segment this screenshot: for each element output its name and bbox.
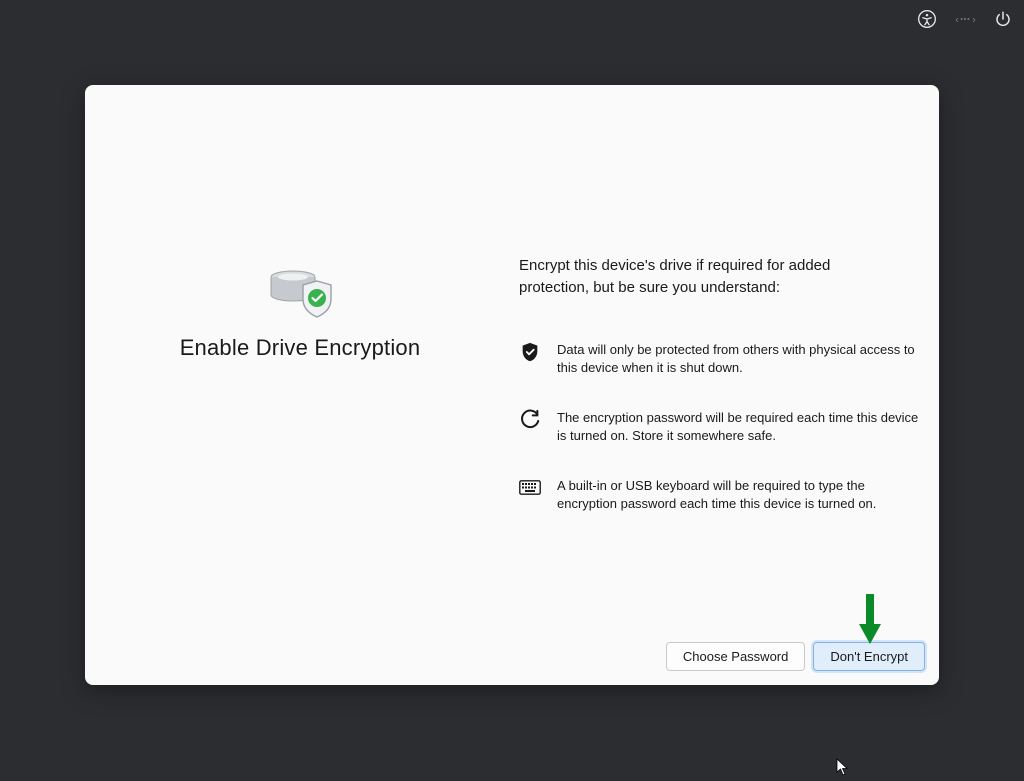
svg-text:›: › [971,15,976,26]
shield-check-icon [519,341,541,363]
language-options-icon[interactable]: ‹ › [954,8,976,30]
dialog-card: Enable Drive Encryption Encrypt this dev… [85,85,939,685]
dont-encrypt-button[interactable]: Don't Encrypt [813,642,925,671]
point-password-required: The encryption password will be required… [519,409,921,445]
power-icon[interactable] [992,8,1014,30]
accessibility-icon[interactable] [916,8,938,30]
point-text: The encryption password will be required… [557,409,921,445]
right-pane: Encrypt this device's drive if required … [515,85,939,685]
topbar: ‹ › [916,8,1014,30]
point-physical-access: Data will only be protected from others … [519,341,921,377]
intro-text: Encrypt this device's drive if required … [519,255,921,299]
point-keyboard-required: A built-in or USB keyboard will be requi… [519,477,921,513]
drive-encryption-icon [265,269,335,315]
keyboard-icon [519,477,541,499]
left-pane: Enable Drive Encryption [85,85,515,685]
point-text: A built-in or USB keyboard will be requi… [557,477,921,513]
cursor-icon [836,758,850,781]
action-row: Choose Password Don't Encrypt [666,642,925,671]
refresh-icon [519,409,541,431]
svg-text:‹: ‹ [954,15,960,26]
point-text: Data will only be protected from others … [557,341,921,377]
page-title: Enable Drive Encryption [180,335,421,361]
choose-password-button[interactable]: Choose Password [666,642,806,671]
